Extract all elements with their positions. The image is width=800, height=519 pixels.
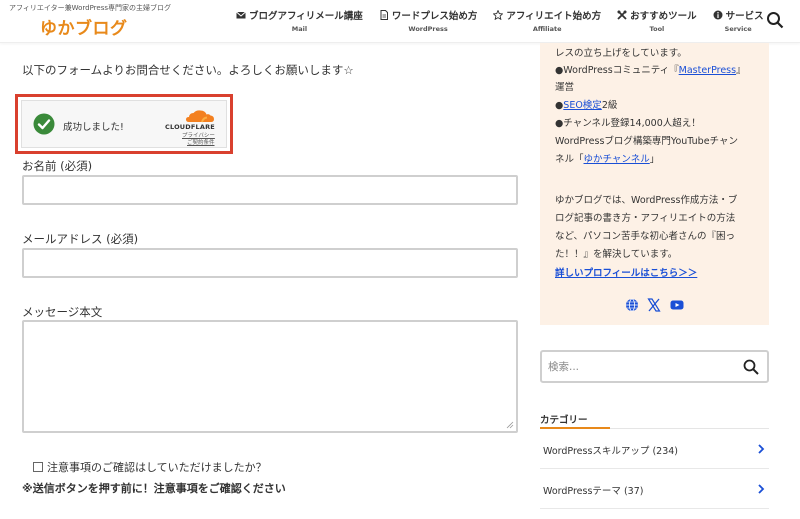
warning-text: ※送信ボタンを押す前に！注意事項をご確認ください <box>22 482 286 495</box>
nav-item-label: サービス <box>725 11 764 22</box>
intro-text: 以下のフォームよりお問合せください。よろしくお願いします☆ <box>22 63 354 77</box>
category-label: WordPressスキルアップ (234) <box>543 446 678 457</box>
profile-line: た！！』を解決しています。 <box>555 249 678 260</box>
email-field[interactable] <box>22 248 518 278</box>
search-icon[interactable] <box>766 11 784 29</box>
sidebar-search <box>540 350 769 383</box>
email-label: メールアドレス (必須) <box>22 232 139 246</box>
cloudflare-cloud-icon <box>186 110 214 123</box>
nav-item-affiliate[interactable]: アフィリエイト始め方 Affiliate <box>493 8 601 33</box>
name-label: お名前 (必須) <box>22 159 93 173</box>
nav-item-sublabel: Tool <box>649 25 665 33</box>
seo-link[interactable]: SEO検定 <box>563 100 602 111</box>
profile-line: 運営 <box>555 82 575 93</box>
masterpress-link[interactable]: MasterPress <box>679 65 736 76</box>
nav-item-label: アフィリエイト始め方 <box>506 11 602 22</box>
cloudflare-brand: CLOUDFLARE <box>165 123 215 131</box>
site-tagline: アフィリエイター兼WordPress専門家の主婦ブログ <box>9 4 171 12</box>
x-icon[interactable] <box>647 298 661 312</box>
youtube-channel-link[interactable]: ゆかチャンネル <box>584 154 650 165</box>
chevron-right-icon <box>758 484 765 494</box>
profile-line: ゆかブログでは、WordPress作成方法・ブ <box>555 195 738 206</box>
nav-item-service[interactable]: サービス Service <box>713 8 764 33</box>
confirm-row: 注意事項のご確認はしていただけましたか？ <box>33 459 267 475</box>
youtube-icon[interactable] <box>670 298 684 312</box>
profile-line: ネル「ゆかチャンネル」 <box>555 154 660 165</box>
globe-icon[interactable] <box>625 298 639 312</box>
profile-line: WordPressブログ構築専門YouTubeチャン <box>555 136 738 147</box>
category-item[interactable]: WordPressテーマ (37) <box>540 469 769 509</box>
nav-item-wordpress[interactable]: ワードプレス始め方 WordPress <box>379 8 478 33</box>
nav-item-sublabel: Service <box>724 25 752 33</box>
profile-line: など、パソコン苦手な初心者さんの『困っ <box>555 231 736 242</box>
nav-item-label: ブログアフィリメール講座 <box>249 11 363 22</box>
profile-line: ●チャンネル登録14,000人超え！ <box>555 118 701 129</box>
star-icon <box>493 10 504 20</box>
profile-line: ログ記事の書き方・アフィリエイトの方法 <box>555 213 736 224</box>
site-header: アフィリエイター兼WordPress専門家の主婦ブログ ゆかブログ ブログアフィ… <box>0 0 800 43</box>
profile-more-link[interactable]: 詳しいプロフィールはこちら＞＞ <box>555 265 697 279</box>
nav-item-label: おすすめツール <box>630 11 697 22</box>
profile-box: レスの立ち上げをしています。 ●WordPressコミュニティ『MasterPr… <box>540 43 769 325</box>
message-label: メッセージ本文 <box>22 305 103 319</box>
profile-line: レスの立ち上げをしています。 <box>555 48 687 59</box>
sidebar-search-input[interactable] <box>548 358 728 376</box>
message-textarea[interactable] <box>22 320 518 433</box>
profile-line: ●WordPressコミュニティ『MasterPress』 <box>555 65 746 76</box>
nav-item-sublabel: WordPress <box>408 25 448 33</box>
nav-item-sublabel: Mail <box>291 25 308 33</box>
tools-icon <box>617 10 627 20</box>
nav-item-sublabel: Affiliate <box>532 25 562 33</box>
category-heading: カテゴリー <box>540 415 588 426</box>
cloudflare-turnstile-widget[interactable]: 成功しました! CLOUDFLARE プライバシー ご契約条件 <box>21 100 227 148</box>
chevron-right-icon <box>758 444 765 454</box>
nav-item-mail[interactable]: ブログアフィリメール講座 Mail <box>236 8 363 33</box>
turnstile-terms-link[interactable]: ご契約条件 <box>187 138 215 146</box>
success-check-icon <box>33 113 55 135</box>
info-icon <box>713 10 723 20</box>
category-item[interactable]: WordPressスキルアップ (234) <box>540 429 769 469</box>
profile-line: ●SEO検定2級 <box>555 100 618 111</box>
confirm-label: 注意事項のご確認はしていただけましたか？ <box>47 461 267 474</box>
site-logo[interactable]: ゆかブログ <box>40 14 128 39</box>
envelope-icon <box>236 11 246 19</box>
nav-item-tool[interactable]: おすすめツール Tool <box>617 8 697 33</box>
confirm-checkbox[interactable] <box>33 462 43 472</box>
document-icon <box>380 10 388 20</box>
name-field[interactable] <box>22 175 518 205</box>
turnstile-status: 成功しました! <box>63 122 124 133</box>
search-icon[interactable] <box>743 359 759 375</box>
nav-item-label: ワードプレス始め方 <box>391 11 478 22</box>
main-nav: ブログアフィリメール講座 Mail ワードプレス始め方 WordPress アフ… <box>236 8 780 33</box>
category-label: WordPressテーマ (37) <box>543 486 644 497</box>
resize-grip-icon[interactable] <box>506 421 514 429</box>
